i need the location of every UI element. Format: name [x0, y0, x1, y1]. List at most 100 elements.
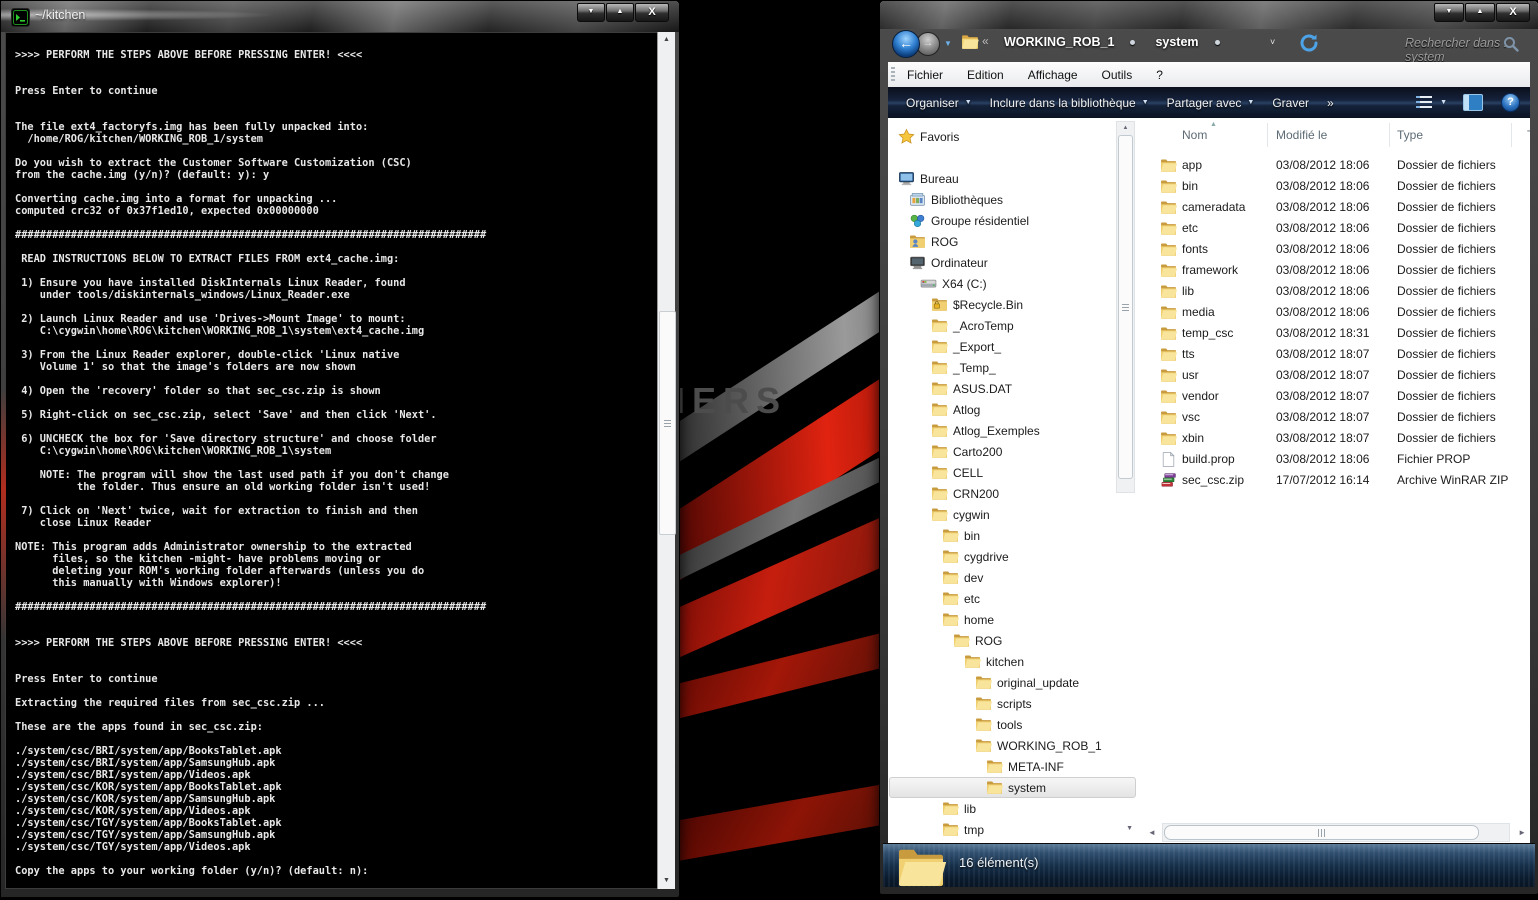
tree-item-atlog[interactable]: Atlog	[888, 399, 1114, 420]
toolbar-button[interactable]: »	[1327, 96, 1334, 110]
horizontal-scrollbar[interactable]: ◄ ►	[1148, 823, 1526, 841]
tree-item--temp-[interactable]: _Temp_	[888, 357, 1114, 378]
breadcrumb-item[interactable]: WORKING_ROB_1	[998, 35, 1120, 49]
tree-item--recycle-bin[interactable]: $Recycle.Bin	[888, 294, 1114, 315]
file-row-xbin[interactable]: xbin03/08/2012 18:07Dossier de fichiers	[1148, 428, 1530, 449]
file-row-tts[interactable]: tts03/08/2012 18:07Dossier de fichiers	[1148, 344, 1530, 365]
tree-item-ordinateur[interactable]: Ordinateur	[888, 252, 1114, 273]
tree-item-asus-dat[interactable]: ASUS.DAT	[888, 378, 1114, 399]
file-row-media[interactable]: media03/08/2012 18:06Dossier de fichiers	[1148, 302, 1530, 323]
tree-item-crn200[interactable]: CRN200	[888, 483, 1114, 504]
help-icon[interactable]: ?	[1501, 93, 1520, 112]
breadcrumb-overflow-chevron[interactable]: «	[982, 34, 989, 48]
history-dropdown-icon[interactable]: ▼	[944, 39, 952, 48]
terminal-titlebar[interactable]: ~/kitchen ▼ ▲ X	[1, 1, 679, 32]
file-row-app[interactable]: app03/08/2012 18:06Dossier de fichiers	[1148, 155, 1530, 176]
file-row-temp-csc[interactable]: temp_csc03/08/2012 18:31Dossier de fichi…	[1148, 323, 1530, 344]
menu-item-fichier[interactable]: Fichier	[895, 68, 955, 82]
tree-item-meta-inf[interactable]: META-INF	[888, 756, 1114, 777]
scroll-up-icon[interactable]: ▲	[1117, 120, 1134, 136]
tree-item-favoris[interactable]: Favoris	[888, 126, 1114, 147]
tree-item-cygwin[interactable]: cygwin	[888, 504, 1114, 525]
minimize-button[interactable]: ▼	[1434, 3, 1464, 22]
tree-item-groupe-r-sidentiel[interactable]: Groupe résidentiel	[888, 210, 1114, 231]
breadcrumb-separator-icon[interactable]	[1215, 40, 1220, 45]
tree-item-cygdrive[interactable]: cygdrive	[888, 546, 1114, 567]
column-header-type[interactable]: Type	[1397, 128, 1423, 142]
tree-item-tools[interactable]: tools	[888, 714, 1114, 735]
tree-item-working-rob-1[interactable]: WORKING_ROB_1	[888, 735, 1114, 756]
tree-item-original-update[interactable]: original_update	[888, 672, 1114, 693]
tree-item-dev[interactable]: dev	[888, 567, 1114, 588]
column-separator[interactable]	[1267, 123, 1268, 147]
column-separator[interactable]	[1511, 123, 1512, 147]
horizontal-scrollbar-track[interactable]	[1162, 823, 1510, 842]
column-header-name[interactable]: Nom	[1182, 128, 1207, 142]
file-row-bin[interactable]: bin03/08/2012 18:06Dossier de fichiers	[1148, 176, 1530, 197]
file-row-cameradata[interactable]: cameradata03/08/2012 18:06Dossier de fic…	[1148, 197, 1530, 218]
tree-item-etc[interactable]: etc	[888, 588, 1114, 609]
tree-item--acrotemp[interactable]: _AcroTemp	[888, 315, 1114, 336]
file-row-build-prop[interactable]: build.prop03/08/2012 18:06Fichier PROP	[1148, 449, 1530, 470]
tree-item-rog[interactable]: ROG	[888, 231, 1114, 252]
search-icon[interactable]	[1502, 35, 1520, 58]
back-button[interactable]: ←	[892, 30, 920, 58]
column-separator[interactable]	[1389, 123, 1390, 147]
tree-scrollbar[interactable]: ▲	[1116, 121, 1135, 493]
column-header-size[interactable]: Taille	[1527, 128, 1530, 142]
file-row-etc[interactable]: etc03/08/2012 18:06Dossier de fichiers	[1148, 218, 1530, 239]
toolbar-button[interactable]: Organiser▼	[906, 96, 972, 110]
maximize-button[interactable]: ▲	[1465, 3, 1495, 22]
file-row-usr[interactable]: usr03/08/2012 18:07Dossier de fichiers	[1148, 365, 1530, 386]
menu-item-affichage[interactable]: Affichage	[1016, 68, 1090, 82]
menu-item-[interactable]: ?	[1144, 68, 1175, 82]
tree-item-biblioth-ques[interactable]: Bibliothèques	[888, 189, 1114, 210]
close-button[interactable]: X	[635, 3, 669, 22]
tree-item-rog[interactable]: ROG	[888, 630, 1114, 651]
column-header-modified[interactable]: Modifié le	[1276, 128, 1327, 142]
file-row-vendor[interactable]: vendor03/08/2012 18:07Dossier de fichier…	[1148, 386, 1530, 407]
tree-item-scripts[interactable]: scripts	[888, 693, 1114, 714]
breadcrumb-item[interactable]: system	[1149, 35, 1204, 49]
menu-item-edition[interactable]: Edition	[955, 68, 1016, 82]
scroll-down-icon[interactable]: ▼	[658, 873, 675, 889]
tree-scrollbar-thumb[interactable]	[1118, 135, 1133, 479]
file-row-sec-csc-zip[interactable]: sec_csc.zip17/07/2012 16:14Archive WinRA…	[1148, 470, 1530, 491]
file-row-framework[interactable]: framework03/08/2012 18:06Dossier de fich…	[1148, 260, 1530, 281]
scroll-up-icon[interactable]: ▲	[658, 32, 675, 48]
tree-item-home[interactable]: home	[888, 609, 1114, 630]
terminal-scrollbar[interactable]: ▲ ▼	[657, 32, 675, 889]
tree-item-atlog-exemples[interactable]: Atlog_Exemples	[888, 420, 1114, 441]
close-button[interactable]: X	[1496, 3, 1530, 22]
tree-item-cell[interactable]: CELL	[888, 462, 1114, 483]
address-dropdown-icon[interactable]: ˅	[1270, 37, 1275, 47]
toolbar-button[interactable]: Partager avec▼	[1167, 96, 1255, 110]
horizontal-scrollbar-thumb[interactable]	[1164, 825, 1479, 840]
tree-item-kitchen[interactable]: kitchen	[888, 651, 1114, 672]
scroll-down-icon[interactable]: ▼	[1126, 825, 1133, 832]
scroll-left-icon[interactable]: ◄	[1148, 828, 1156, 837]
file-row-fonts[interactable]: fonts03/08/2012 18:06Dossier de fichiers	[1148, 239, 1530, 260]
file-row-lib[interactable]: lib03/08/2012 18:06Dossier de fichiers	[1148, 281, 1530, 302]
scroll-right-icon[interactable]: ►	[1518, 828, 1526, 837]
tree-item-x64-c-[interactable]: X64 (C:)	[888, 273, 1114, 294]
preview-pane-icon[interactable]	[1463, 94, 1483, 111]
toolbar-button[interactable]: Inclure dans la bibliothèque▼	[990, 96, 1149, 110]
search-box[interactable]: Rechercher dans : system	[1350, 31, 1526, 57]
minimize-button[interactable]: ▼	[577, 3, 605, 22]
file-row-vsc[interactable]: vsc03/08/2012 18:07Dossier de fichiers	[1148, 407, 1530, 428]
breadcrumb-separator-icon[interactable]	[1130, 40, 1135, 45]
tree-item-lib[interactable]: lib	[888, 798, 1114, 819]
tree-item-tmp[interactable]: tmp	[888, 819, 1114, 840]
change-view-icon[interactable]	[1416, 96, 1432, 110]
tree-item--export-[interactable]: _Export_	[888, 336, 1114, 357]
tree-item-system[interactable]: system	[888, 777, 1114, 798]
view-dropdown-icon[interactable]: ▼	[1440, 99, 1447, 106]
toolbar-button[interactable]: Graver	[1272, 96, 1309, 110]
refresh-icon[interactable]	[1298, 32, 1320, 59]
terminal-scrollbar-thumb[interactable]	[659, 311, 676, 535]
tree-item-bin[interactable]: bin	[888, 525, 1114, 546]
terminal-screen[interactable]: >>>> PERFORM THE STEPS ABOVE BEFORE PRES…	[5, 32, 658, 889]
tree-item-carto200[interactable]: Carto200	[888, 441, 1114, 462]
menu-item-outils[interactable]: Outils	[1090, 68, 1145, 82]
